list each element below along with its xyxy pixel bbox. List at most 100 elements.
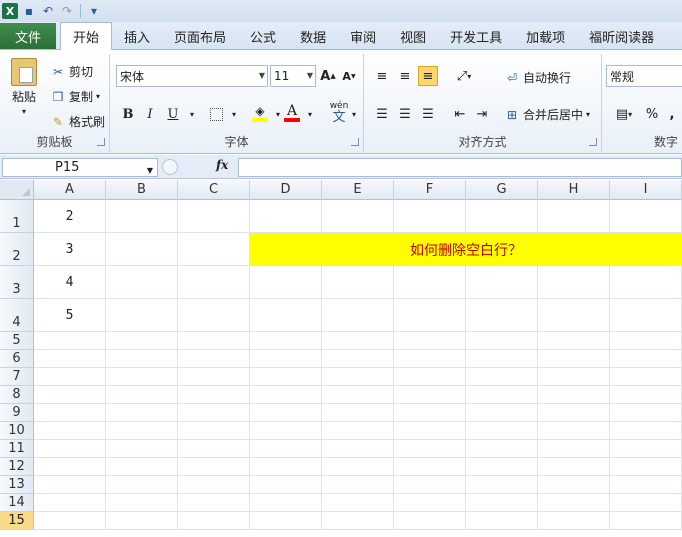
row-header-9[interactable]: 9 [0, 404, 34, 422]
cell-d8[interactable] [250, 386, 322, 404]
row-header-5[interactable]: 5 [0, 332, 34, 350]
dialog-launcher-icon[interactable] [351, 138, 359, 146]
formula-input[interactable] [238, 158, 682, 177]
cell-b15[interactable] [106, 512, 178, 530]
tab-page-layout[interactable]: 页面布局 [162, 23, 238, 49]
cell-h13[interactable] [538, 476, 610, 494]
cell-g10[interactable] [466, 422, 538, 440]
font-color-button[interactable]: A [282, 103, 302, 123]
row-header-4[interactable]: 4 [0, 299, 34, 332]
cell-f14[interactable] [394, 494, 466, 512]
cell-i3[interactable] [610, 266, 682, 299]
cell-f1[interactable] [394, 200, 466, 233]
align-bottom-button[interactable]: ≡ [418, 66, 438, 86]
cell-e9[interactable] [322, 404, 394, 422]
cell-i9[interactable] [610, 404, 682, 422]
cell-a13[interactable] [34, 476, 106, 494]
cell-b14[interactable] [106, 494, 178, 512]
name-box[interactable]: P15 ▼ [2, 158, 158, 177]
cell-g11[interactable] [466, 440, 538, 458]
column-header-f[interactable]: F [394, 180, 466, 200]
cell-d1[interactable] [250, 200, 322, 233]
cell-h8[interactable] [538, 386, 610, 404]
cell-d3[interactable] [250, 266, 322, 299]
cell-c7[interactable] [178, 368, 250, 386]
redo-icon[interactable]: ↷ [59, 3, 75, 19]
cell-e4[interactable] [322, 299, 394, 332]
grow-font-button[interactable]: A ▲ [318, 66, 338, 86]
align-center-button[interactable]: ☰ [395, 104, 415, 124]
cell-c2[interactable] [178, 233, 250, 266]
row-header-12[interactable]: 12 [0, 458, 34, 476]
row-header-11[interactable]: 11 [0, 440, 34, 458]
cell-c1[interactable] [178, 200, 250, 233]
align-middle-button[interactable]: ≡ [395, 66, 415, 86]
align-left-button[interactable]: ☰ [372, 104, 392, 124]
cell-g7[interactable] [466, 368, 538, 386]
column-header-h[interactable]: H [538, 180, 610, 200]
cell-f13[interactable] [394, 476, 466, 494]
cell-h1[interactable] [538, 200, 610, 233]
cell-i6[interactable] [610, 350, 682, 368]
cell-a2[interactable]: 3 [34, 233, 106, 266]
row-header-13[interactable]: 13 [0, 476, 34, 494]
cell-b11[interactable] [106, 440, 178, 458]
cell-b7[interactable] [106, 368, 178, 386]
column-header-i[interactable]: I [610, 180, 682, 200]
cell-b10[interactable] [106, 422, 178, 440]
orientation-button[interactable]: ⤢ ▾ [450, 66, 478, 86]
merge-center-button[interactable]: ⊞ 合并后居中 ▾ [504, 106, 590, 123]
font-color-dropdown[interactable]: ▾ [300, 104, 320, 124]
cell-d11[interactable] [250, 440, 322, 458]
cell-b5[interactable] [106, 332, 178, 350]
row-header-15[interactable]: 15 [0, 512, 34, 530]
cell-d5[interactable] [250, 332, 322, 350]
cell-e6[interactable] [322, 350, 394, 368]
cell-d14[interactable] [250, 494, 322, 512]
cell-d7[interactable] [250, 368, 322, 386]
worksheet-grid[interactable]: A B C D E F G H I 1 2 2 3 3 4 4 5 5 6 7 8 9 10 11 12 13 14 15 如何删除空白… [0, 180, 682, 537]
cell-b4[interactable] [106, 299, 178, 332]
cell-d9[interactable] [250, 404, 322, 422]
tab-insert[interactable]: 插入 [112, 23, 162, 49]
bold-button[interactable]: B [118, 104, 138, 124]
cell-g5[interactable] [466, 332, 538, 350]
cell-b1[interactable] [106, 200, 178, 233]
number-format-select[interactable]: 常规 [606, 65, 682, 87]
column-header-b[interactable]: B [106, 180, 178, 200]
cell-e1[interactable] [322, 200, 394, 233]
cell-c6[interactable] [178, 350, 250, 368]
cell-i15[interactable] [610, 512, 682, 530]
undo-icon[interactable]: ↶ [40, 3, 56, 19]
cell-i4[interactable] [610, 299, 682, 332]
cell-f5[interactable] [394, 332, 466, 350]
row-header-2[interactable]: 2 [0, 233, 34, 266]
cell-c4[interactable] [178, 299, 250, 332]
tab-home[interactable]: 开始 [60, 22, 113, 50]
align-top-button[interactable]: ≡ [372, 66, 392, 86]
cell-a10[interactable] [34, 422, 106, 440]
select-all-button[interactable] [0, 180, 34, 200]
insert-function-button[interactable]: fx [216, 158, 228, 172]
customize-icon[interactable]: ▾ [86, 3, 102, 19]
cell-b13[interactable] [106, 476, 178, 494]
cell-e7[interactable] [322, 368, 394, 386]
dialog-launcher-icon[interactable] [97, 138, 105, 146]
cell-h6[interactable] [538, 350, 610, 368]
tab-foxit-reader[interactable]: 福昕阅读器 [577, 23, 666, 49]
cell-c8[interactable] [178, 386, 250, 404]
cell-i1[interactable] [610, 200, 682, 233]
cell-h11[interactable] [538, 440, 610, 458]
cell-f15[interactable] [394, 512, 466, 530]
cell-g1[interactable] [466, 200, 538, 233]
underline-button[interactable]: U [163, 104, 183, 124]
cell-d6[interactable] [250, 350, 322, 368]
row-header-10[interactable]: 10 [0, 422, 34, 440]
cell-i5[interactable] [610, 332, 682, 350]
cell-g15[interactable] [466, 512, 538, 530]
dialog-launcher-icon[interactable] [589, 138, 597, 146]
cell-e11[interactable] [322, 440, 394, 458]
cell-h15[interactable] [538, 512, 610, 530]
font-size-select[interactable]: 11 ▼ [270, 65, 316, 87]
cell-f10[interactable] [394, 422, 466, 440]
